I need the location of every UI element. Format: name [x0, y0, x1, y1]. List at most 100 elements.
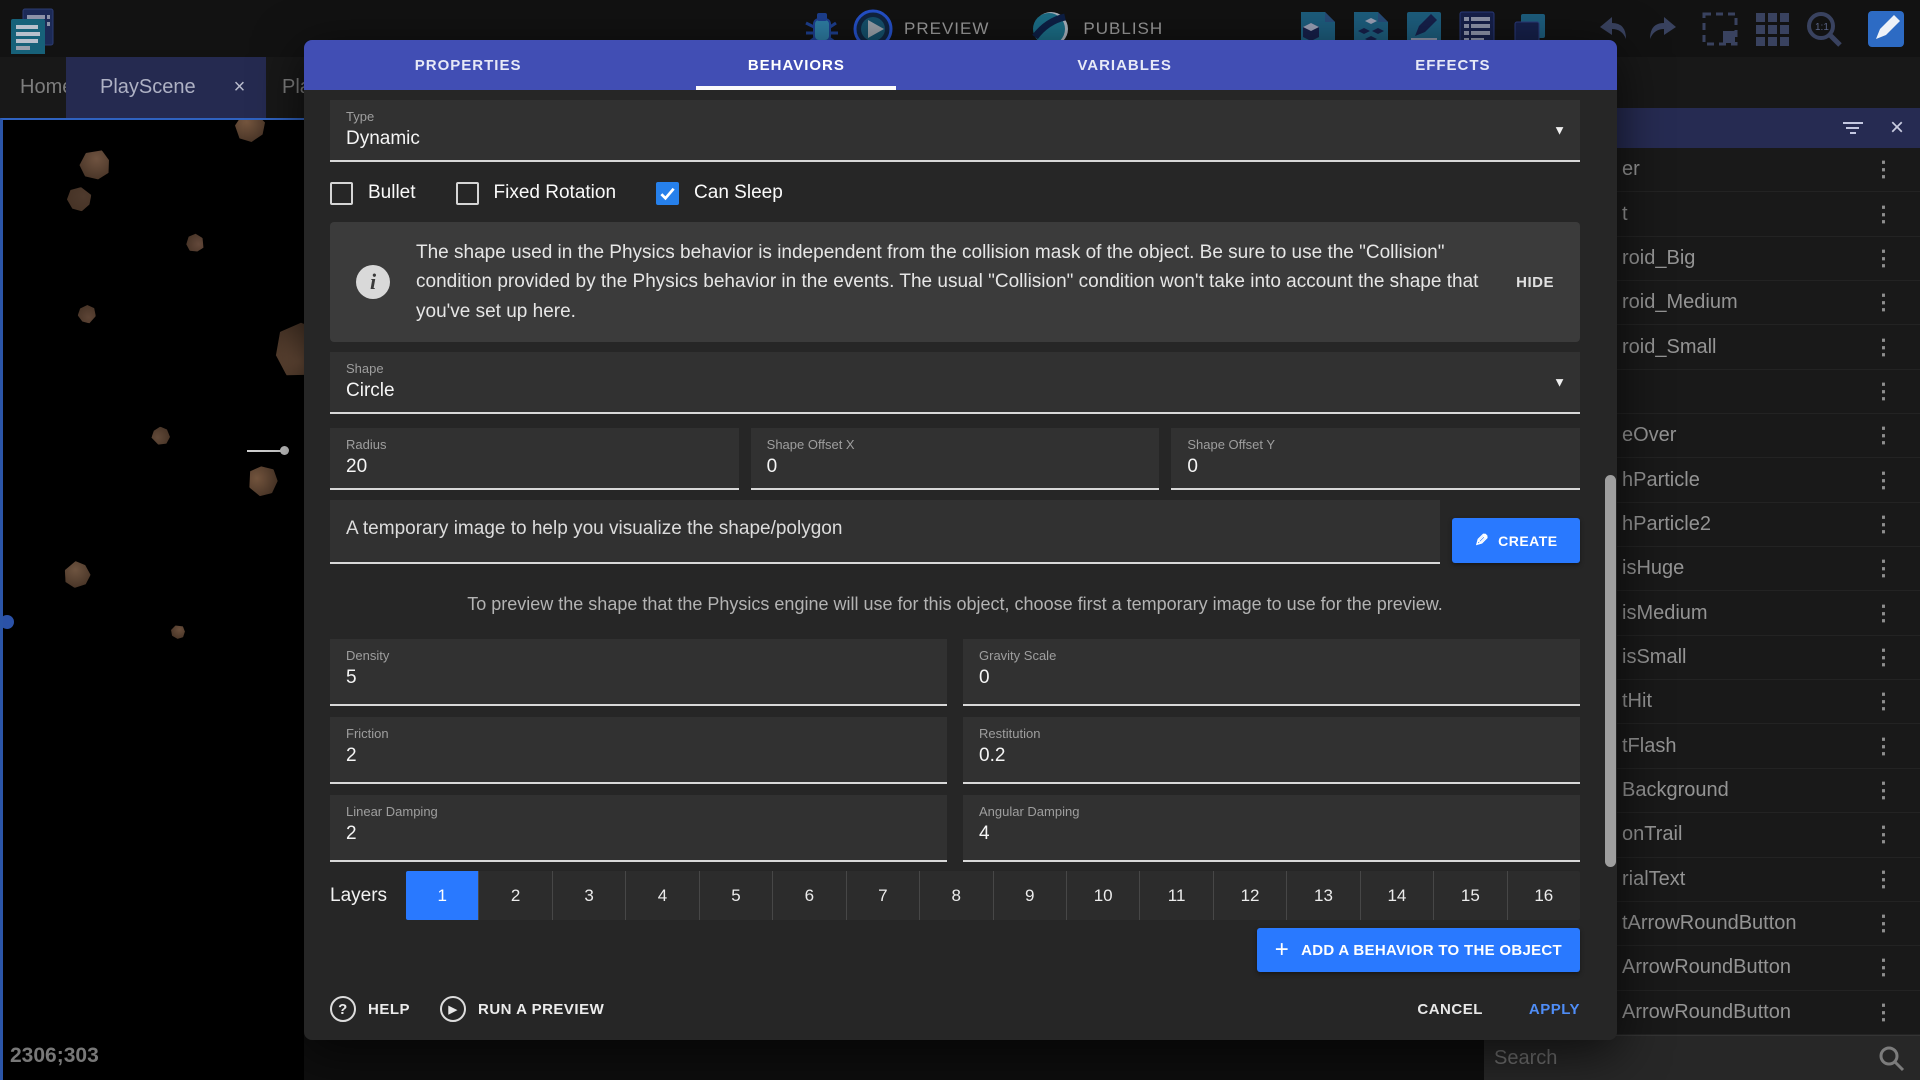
project-manager-icon[interactable]	[8, 6, 54, 54]
run-preview-button[interactable]: ▶ RUN A PREVIEW	[440, 996, 604, 1022]
layer-button-4[interactable]: 4	[625, 871, 698, 920]
checkbox-fixed-rotation[interactable]: Fixed Rotation	[456, 182, 617, 205]
layer-button-7[interactable]: 7	[846, 871, 919, 920]
row-menu-icon[interactable]: ⋮	[1873, 423, 1894, 448]
layer-button-5[interactable]: 5	[699, 871, 772, 920]
panel-close-icon[interactable]: ×	[1890, 116, 1904, 140]
dialog-tab-behaviors[interactable]: BEHAVIORS	[632, 40, 960, 90]
layer-button-3[interactable]: 3	[552, 871, 625, 920]
project-manager-icon-art	[8, 6, 54, 54]
selection-handle[interactable]	[0, 615, 14, 629]
field-gravity-scale[interactable]: Gravity Scale0	[963, 639, 1580, 706]
publish-button[interactable]: PUBLISH	[1083, 19, 1163, 39]
layer-button-1[interactable]: 1	[406, 871, 478, 920]
checkbox-can-sleep[interactable]: Can Sleep	[656, 182, 783, 205]
row-menu-icon[interactable]: ⋮	[1873, 468, 1894, 493]
add-behavior-button[interactable]: + ADD A BEHAVIOR TO THE OBJECT	[1257, 928, 1580, 972]
field-shape-offset-y[interactable]: Shape Offset Y0	[1171, 428, 1580, 490]
measure-line	[247, 450, 281, 452]
footer-actions: CANCEL APPLY	[1417, 1001, 1580, 1018]
dialog-tab-properties[interactable]: PROPERTIES	[304, 40, 632, 90]
cancel-button[interactable]: CANCEL	[1417, 1001, 1483, 1018]
layer-button-14[interactable]: 14	[1360, 871, 1433, 920]
row-menu-icon[interactable]: ⋮	[1873, 778, 1894, 803]
field-gravity-scale-value: 0	[963, 663, 1580, 689]
edit-scene-icon-art	[1866, 9, 1906, 49]
field-radius[interactable]: Radius20	[330, 428, 739, 490]
checkbox-bullet[interactable]: Bullet	[330, 182, 416, 205]
hide-button[interactable]: HIDE	[1496, 274, 1554, 291]
grid-icon[interactable]	[1752, 9, 1792, 49]
field-shape-offset-x-value: 0	[751, 452, 1160, 478]
shape-select[interactable]: Shape Circle ▼	[330, 352, 1580, 414]
asteroid-shape	[264, 311, 304, 389]
layer-button-12[interactable]: 12	[1213, 871, 1286, 920]
row-menu-icon[interactable]: ⋮	[1873, 689, 1894, 714]
row-menu-icon[interactable]: ⋮	[1873, 556, 1894, 581]
capture-icon-art	[1701, 11, 1739, 47]
unchecked-checkbox-icon	[330, 182, 353, 205]
field-restitution[interactable]: Restitution0.2	[963, 717, 1580, 784]
row-menu-icon[interactable]: ⋮	[1873, 601, 1894, 626]
preview-caption: To preview the shape that the Physics en…	[330, 594, 1580, 615]
asteroid-shape	[150, 425, 171, 446]
row-menu-icon[interactable]: ⋮	[1873, 157, 1894, 182]
field-density[interactable]: Density5	[330, 639, 947, 706]
layer-button-13[interactable]: 13	[1286, 871, 1359, 920]
type-select[interactable]: Type Dynamic ▼	[330, 100, 1580, 162]
row-menu-icon[interactable]: ⋮	[1873, 867, 1894, 892]
field-linear-damping[interactable]: Linear Damping2	[330, 795, 947, 862]
capture-icon[interactable]	[1700, 9, 1740, 49]
edit-scene-icon[interactable]	[1866, 9, 1906, 49]
dialog-tab-bar: PROPERTIESBEHAVIORSVARIABLESEFFECTS	[304, 40, 1617, 90]
field-friction[interactable]: Friction2	[330, 717, 947, 784]
object-name: eOver	[1622, 424, 1873, 447]
behavior-dialog: PROPERTIESBEHAVIORSVARIABLESEFFECTS Type…	[304, 40, 1617, 1040]
row-menu-icon[interactable]: ⋮	[1873, 645, 1894, 670]
asteroid-shape	[74, 144, 116, 186]
layer-button-9[interactable]: 9	[993, 871, 1066, 920]
redo-icon[interactable]	[1644, 9, 1684, 49]
layer-button-2[interactable]: 2	[478, 871, 551, 920]
scene-canvas[interactable]	[0, 118, 304, 1080]
row-menu-icon[interactable]: ⋮	[1873, 822, 1894, 847]
asteroid-shape	[182, 230, 207, 255]
checkbox-label: Can Sleep	[694, 182, 783, 204]
dialog-tab-variables[interactable]: VARIABLES	[961, 40, 1289, 90]
row-menu-icon[interactable]: ⋮	[1873, 379, 1894, 404]
field-angular-damping[interactable]: Angular Damping4	[963, 795, 1580, 862]
row-menu-icon[interactable]: ⋮	[1873, 202, 1894, 227]
layer-button-15[interactable]: 15	[1433, 871, 1506, 920]
measure-handle[interactable]	[280, 446, 289, 455]
zoom-actual-icon[interactable]: 1:1	[1804, 9, 1844, 49]
row-menu-icon[interactable]: ⋮	[1873, 955, 1894, 980]
row-menu-icon[interactable]: ⋮	[1873, 911, 1894, 936]
row-menu-icon[interactable]: ⋮	[1873, 1000, 1894, 1025]
layer-button-6[interactable]: 6	[772, 871, 845, 920]
row-menu-icon[interactable]: ⋮	[1873, 335, 1894, 360]
help-button[interactable]: ? HELP	[330, 996, 410, 1022]
field-shape-offset-y-value: 0	[1171, 452, 1580, 478]
row-menu-icon[interactable]: ⋮	[1873, 290, 1894, 315]
field-shape-offset-x[interactable]: Shape Offset X0	[751, 428, 1160, 490]
tab-playscene-label: PlayScene	[100, 76, 196, 99]
create-button[interactable]: ✎ CREATE	[1452, 518, 1580, 563]
row-menu-icon[interactable]: ⋮	[1873, 246, 1894, 271]
close-tab-icon[interactable]: ×	[234, 76, 246, 99]
tab-playscene[interactable]: PlayScene ×	[66, 57, 266, 118]
search-input[interactable]	[1494, 1047, 1876, 1070]
filter-icon[interactable]	[1842, 119, 1864, 137]
layer-button-11[interactable]: 11	[1139, 871, 1212, 920]
dialog-tab-effects[interactable]: EFFECTS	[1289, 40, 1617, 90]
apply-button[interactable]: APPLY	[1529, 1001, 1580, 1018]
layer-button-16[interactable]: 16	[1507, 871, 1580, 920]
row-menu-icon[interactable]: ⋮	[1873, 512, 1894, 537]
object-name: tFlash	[1622, 735, 1873, 758]
preview-button[interactable]: PREVIEW	[904, 19, 989, 39]
layer-button-8[interactable]: 8	[919, 871, 992, 920]
row-menu-icon[interactable]: ⋮	[1873, 734, 1894, 759]
play-icon: ▶	[440, 996, 466, 1022]
dialog-scrollbar[interactable]	[1605, 475, 1616, 867]
temp-image-field[interactable]: A temporary image to help you visualize …	[330, 500, 1440, 564]
layer-button-10[interactable]: 10	[1066, 871, 1139, 920]
